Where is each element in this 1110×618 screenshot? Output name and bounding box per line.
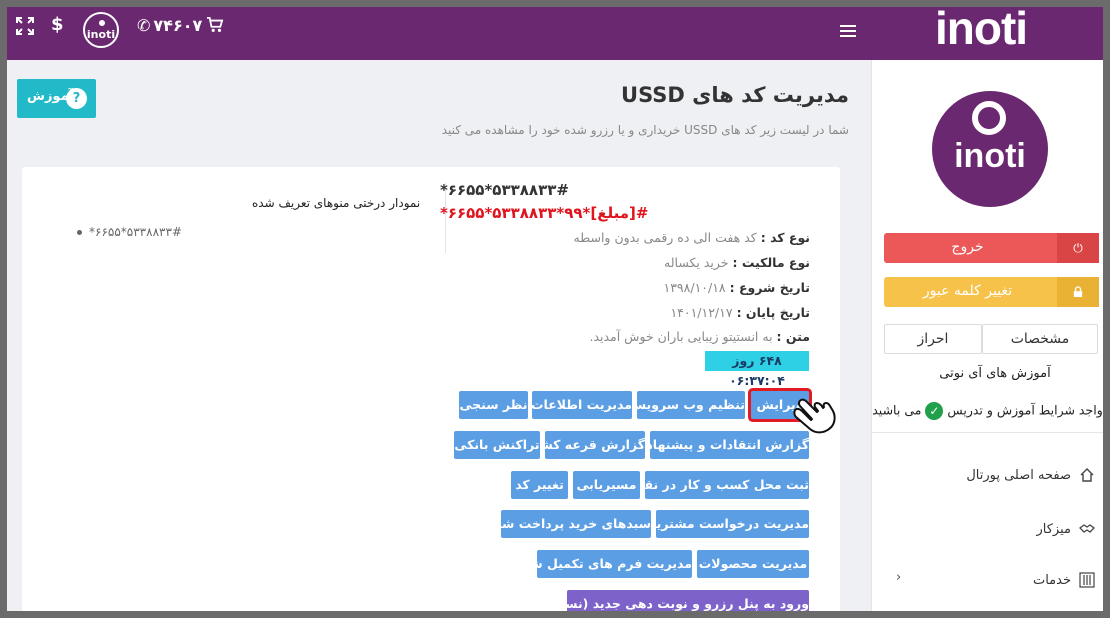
divider [872, 432, 1103, 433]
tab-profile[interactable]: مشخصات [982, 324, 1098, 354]
small-logo[interactable]: inoti [83, 12, 119, 48]
change-password-button[interactable]: تغییر کلمه عبور [884, 277, 1099, 307]
hand-pointer-icon [793, 398, 836, 434]
customer-requests-button[interactable]: مدیریت درخواست مشتریان [641, 510, 809, 538]
ussd-card: نمودار درختی منوهای تعریف شده *۶۶۵۵*۵۳۳۸… [22, 167, 840, 611]
lock-icon [1057, 277, 1099, 307]
app-frame: $ inoti ✆ ۷۴۶۰۷ inoti inoti خروج ⏻ تغییر… [7, 7, 1103, 611]
tree-item[interactable]: *۶۶۵۵*۵۳۳۸۸۳۳# [77, 225, 182, 239]
expand-icon[interactable] [16, 17, 34, 35]
map-register-button[interactable]: ثبت محل کسب و کار در نقشه [624, 471, 809, 499]
nav-home[interactable]: صفحه اصلی پورتال [966, 467, 1095, 483]
info-management-button[interactable]: مدیریت اطلاعات [531, 391, 632, 419]
cart-icon[interactable] [206, 17, 224, 33]
info-text: متن : به انستیتو زیبایی باران خوش آمدید. [589, 329, 810, 344]
booking-panel-button[interactable]: ورود به پنل رزرو و نوبت دهی جدید (نسخه ب… [524, 590, 809, 611]
info-end-date: تاریخ پایان : ۱۴۰۱/۱۲/۱۷ [670, 305, 810, 320]
check-icon: ✓ [925, 402, 944, 420]
tree-title: نمودار درختی منوهای تعریف شده [252, 196, 421, 210]
page-title: مدیریت کد های USSD [621, 83, 849, 107]
nav-desk[interactable]: میزکار [1037, 521, 1096, 537]
home-icon [1080, 468, 1094, 482]
routing-button[interactable]: مسیریابی [573, 471, 640, 499]
info-ownership: نوع مالکیت : خرید یکساله [664, 255, 810, 270]
criticism-report-button[interactable]: گزارش انتقادات و پیشنهادات [630, 431, 809, 459]
webservice-button[interactable]: تنظیم وب سرویس [629, 391, 745, 419]
tab-verification[interactable]: احراز [884, 324, 982, 354]
hamburger-icon[interactable] [840, 25, 856, 37]
avatar: inoti [932, 91, 1048, 207]
training-title: آموزش های آی نوتی [939, 366, 1051, 381]
sidebar: inoti خروج ⏻ تغییر کلمه عبور مشخصات احرا… [871, 60, 1103, 611]
forms-button[interactable]: مدیریت فرم های تکمیل شده [516, 550, 692, 578]
nav-services[interactable]: خدمات [1033, 572, 1095, 588]
brand-logo[interactable]: inoti [935, 7, 1047, 55]
lottery-report-button[interactable]: گزارش قرعه کشی [528, 431, 645, 459]
survey-button[interactable]: نظر سنجی [459, 391, 528, 419]
phone-number[interactable]: ✆ ۷۴۶۰۷ [137, 16, 202, 35]
logout-button[interactable]: خروج ⏻ [884, 233, 1099, 263]
power-icon: ⏻ [1057, 233, 1099, 263]
remaining-time-badge: ۶۴۸ روز ۰۶:۳۷:۰۴ [705, 351, 809, 388]
change-code-button[interactable]: تغییر کد [511, 471, 568, 499]
info-code-type: نوع کد : کد هفت الی ده رقمی بدون واسطه [573, 230, 810, 245]
chevron-right-icon[interactable]: › [896, 570, 901, 585]
question-icon: ? [66, 88, 87, 109]
ussd-amount-code: *۶۶۵۵*۵۳۳۸۸۳۳*۹۹*[مبلغ]# [440, 204, 649, 222]
dollar-icon[interactable]: $ [51, 14, 64, 35]
handshake-icon [1079, 524, 1095, 533]
help-button[interactable]: آموزش ? [17, 79, 96, 118]
top-bar: $ inoti ✆ ۷۴۶۰۷ inoti [7, 7, 1103, 60]
phone-icon: ✆ [137, 16, 151, 35]
services-icon [1079, 572, 1095, 588]
ussd-code: *۶۶۵۵*۵۳۳۸۸۳۳# [440, 181, 569, 199]
products-button[interactable]: مدیریت محصولات [697, 550, 809, 578]
page-subtitle: شما در لیست زیر کد های USSD خریداری و یا… [441, 123, 849, 137]
paid-carts-button[interactable]: سبدهای خرید پرداخت شده [488, 510, 651, 538]
info-start-date: تاریخ شروع : ۱۳۹۸/۱۰/۱۸ [663, 280, 811, 295]
training-status: واجد شرایط آموزش و تدریس ✓ می باشید [872, 402, 1103, 420]
bank-transaction-button[interactable]: تراکنش بانکی [454, 431, 540, 459]
